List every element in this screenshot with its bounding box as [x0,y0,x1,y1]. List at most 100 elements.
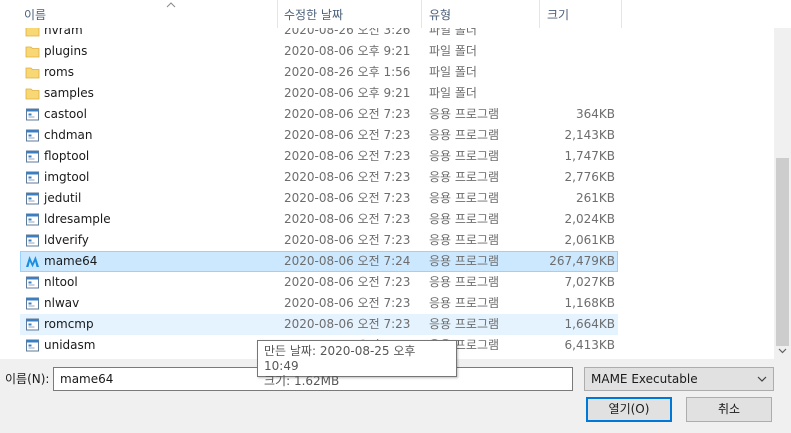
file-type: 파일 폴더 [429,65,477,79]
file-modified-date: 2020-08-06 오후 9:21 [284,44,411,58]
file-modified-date: 2020-08-06 오전 7:23 [284,107,411,121]
file-row-jedutil[interactable]: jedutil 2020-08-06 오전 7:23 응용 프로그램 261KB [20,188,618,209]
file-row-samples[interactable]: samples 2020-08-06 오후 9:21 파일 폴더 [20,83,618,104]
file-type: 응용 프로그램 [429,149,500,163]
file-modified-date: 2020-08-06 오전 7:23 [284,128,411,142]
application-icon [26,108,39,121]
tooltip-file-size: 크기: 1.62MB [264,374,340,388]
column-type-header[interactable]: 유형 [429,0,539,28]
file-modified-date: 2020-08-06 오전 7:23 [284,317,411,331]
file-name: jedutil [44,191,82,205]
file-modified-date: 2020-08-06 오전 7:23 [284,296,411,310]
file-type: 응용 프로그램 [429,170,500,184]
file-size: 6,413KB [564,338,615,352]
file-type: 응용 프로그램 [429,233,500,247]
application-icon [26,150,39,163]
file-size: 2,061KB [564,233,615,247]
application-icon [26,339,39,352]
file-type-filter-select[interactable]: MAME Executable [584,367,774,391]
file-modified-date: 2020-08-06 오전 7:23 [284,233,411,247]
column-type-label: 유형 [429,8,452,22]
file-size: 1,747KB [564,149,615,163]
file-type: 파일 폴더 [429,44,477,58]
file-size [541,42,615,61]
file-row-romcmp[interactable]: romcmp 2020-08-06 오전 7:23 응용 프로그램 1,664KB [20,314,618,335]
sort-ascending-icon [166,2,176,8]
column-name-header[interactable]: 이름 [24,0,278,28]
file-list[interactable]: nvram 2020-08-26 오전 3:26 파일 폴더 plugins 2020-… [0,0,791,359]
column-separator[interactable] [421,0,422,28]
folder-icon [25,67,40,79]
file-row-mame64[interactable]: mame64 2020-08-06 오전 7:24 응용 프로그램 267,479KB [20,251,618,272]
file-name: samples [44,86,94,100]
file-modified-date: 2020-08-06 오전 7:23 [284,212,411,226]
file-name: romcmp [44,317,94,331]
column-size-header[interactable]: 크기 [547,0,621,28]
file-name: nlwav [44,296,80,310]
file-modified-date: 2020-08-06 오후 9:21 [284,86,411,100]
file-name: plugins [44,44,88,58]
file-name: chdman [44,128,93,142]
file-row-roms[interactable]: roms 2020-08-26 오후 1:56 파일 폴더 [20,62,618,83]
open-button[interactable]: 열기(O) [586,397,672,422]
file-info-tooltip: 만든 날짜: 2020-08-25 오후 10:49 크기: 1.62MB [257,340,457,388]
file-type-filter-value: MAME Executable [591,372,698,386]
application-icon [26,276,39,289]
file-row-imgtool[interactable]: imgtool 2020-08-06 오전 7:23 응용 프로그램 2,776KB [20,167,618,188]
file-type: 응용 프로그램 [429,191,500,205]
scroll-down-arrow-icon[interactable] [778,348,787,354]
file-size: 2,143KB [564,128,615,142]
file-row-ldresample[interactable]: ldresample 2020-08-06 오전 7:23 응용 프로그램 2,024… [20,209,618,230]
filename-label: 이름(N): [5,372,50,386]
file-name: roms [44,65,74,79]
file-size: 7,027KB [564,275,615,289]
file-row-ldverify[interactable]: ldverify 2020-08-06 오전 7:23 응용 프로그램 2,061KB [20,230,618,251]
file-row-nlwav[interactable]: nlwav 2020-08-06 오전 7:23 응용 프로그램 1,168KB [20,293,618,314]
folder-icon [25,88,40,100]
file-type: 응용 프로그램 [429,212,500,226]
application-icon [26,129,39,142]
file-name: unidasm [44,338,96,352]
file-size: 267,479KB [549,254,615,268]
chevron-down-icon [757,376,767,382]
file-size: 1,168KB [564,296,615,310]
mame-app-icon [26,256,39,268]
application-icon [26,234,39,247]
file-type: 응용 프로그램 [429,296,500,310]
application-icon [26,213,39,226]
cancel-button[interactable]: 취소 [686,397,772,422]
vertical-scrollbar[interactable] [774,0,791,359]
file-size: 1,664KB [564,317,615,331]
tooltip-created-date: 만든 날짜: 2020-08-25 오후 10:49 [264,344,416,373]
file-size [541,63,615,82]
file-size: 364KB [575,107,615,121]
file-row-chdman[interactable]: chdman 2020-08-06 오전 7:23 응용 프로그램 2,143KB [20,125,618,146]
column-separator[interactable] [539,0,540,28]
file-type: 응용 프로그램 [429,317,500,331]
application-icon [26,192,39,205]
file-modified-date: 2020-08-26 오후 1:56 [284,65,411,79]
file-modified-date: 2020-08-06 오전 7:23 [284,149,411,163]
column-date-label: 수정한 날짜 [284,8,344,22]
application-icon [26,171,39,184]
file-row-nltool[interactable]: nltool 2020-08-06 오전 7:23 응용 프로그램 7,027KB [20,272,618,293]
file-name: ldverify [44,233,89,247]
scrollbar-thumb[interactable] [776,158,789,346]
file-name: castool [44,107,87,121]
column-date-header[interactable]: 수정한 날짜 [284,0,421,28]
column-separator[interactable] [621,0,622,28]
file-type: 파일 폴더 [429,86,477,100]
file-row-plugins[interactable]: plugins 2020-08-06 오후 9:21 파일 폴더 [20,41,618,62]
file-name: mame64 [44,254,98,268]
file-type: 응용 프로그램 [429,275,500,289]
file-row-castool[interactable]: castool 2020-08-06 오전 7:23 응용 프로그램 364KB [20,104,618,125]
application-icon [26,318,39,331]
file-modified-date: 2020-08-06 오전 7:24 [284,254,411,268]
column-size-label: 크기 [547,8,570,22]
file-type: 응용 프로그램 [429,107,500,121]
column-separator[interactable] [277,0,278,28]
file-name: floptool [44,149,90,163]
file-row-floptool[interactable]: floptool 2020-08-06 오전 7:23 응용 프로그램 1,747KB [20,146,618,167]
file-name: ldresample [44,212,111,226]
file-type: 응용 프로그램 [429,254,500,268]
